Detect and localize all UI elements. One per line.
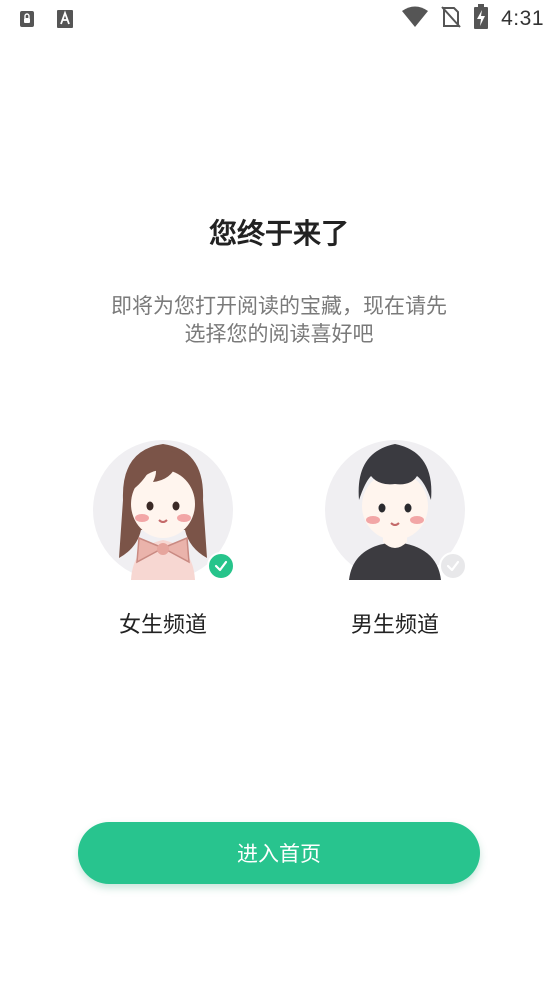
no-sim-icon [441,5,461,33]
page-title: 您终于来了 [208,217,349,250]
male-check-icon [439,552,467,580]
channel-male-option[interactable]: 男生频道 [310,430,480,640]
sim-lock-icon [18,9,36,33]
enter-homepage-button[interactable]: 进入首页 [78,822,480,884]
subtitle-line-1: 即将为您打开阅读的宝藏，现在请先 [111,294,447,318]
page-subtitle: 即将为您打开阅读的宝藏，现在请先 选择您的阅读喜好吧 [79,292,479,348]
female-channel-label: 女生频道 [118,613,207,638]
wifi-icon [401,6,429,32]
channel-female-option[interactable]: 女生频道 [78,430,248,640]
status-bar: 4:31 [0,0,558,38]
female-avatar[interactable] [93,430,235,580]
female-check-icon [207,552,235,580]
subtitle-line-2: 选择您的阅读喜好吧 [184,322,374,346]
status-left-icons [18,9,74,33]
battery-charging-icon [473,4,489,34]
status-right-icons: 4:31 [401,4,544,34]
status-time: 4:31 [501,7,544,30]
male-avatar[interactable] [325,430,467,580]
male-channel-label: 男生频道 [350,613,439,638]
font-a-icon [56,9,74,33]
